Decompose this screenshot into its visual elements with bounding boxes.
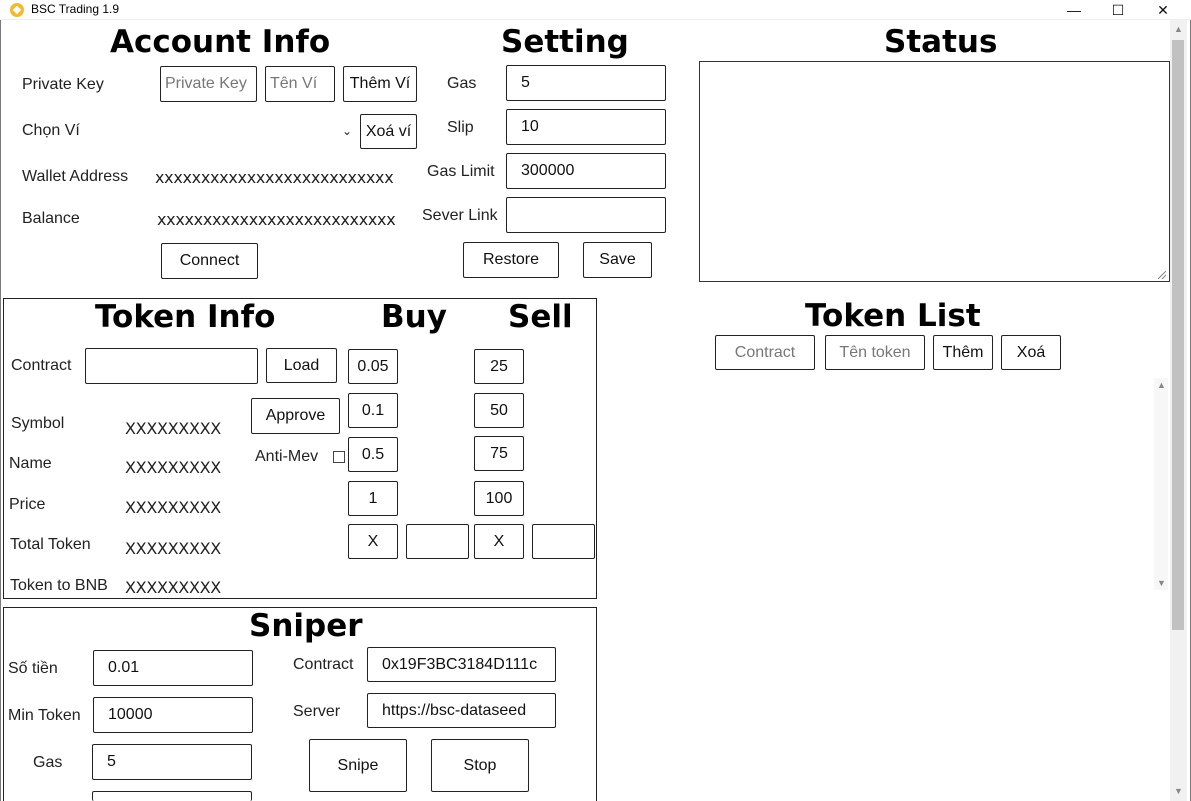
wallet-select[interactable]: Chọn Ví ⌄ bbox=[22, 116, 352, 146]
resize-grip-icon[interactable] bbox=[1158, 271, 1166, 279]
gas-label: Gas bbox=[447, 75, 477, 92]
add-wallet-button[interactable]: Thêm Ví bbox=[343, 66, 417, 102]
delete-token-button[interactable]: Xoá bbox=[1001, 335, 1061, 370]
symbol-label: Symbol bbox=[11, 415, 65, 432]
sniper-contract-label: Contract bbox=[293, 656, 354, 673]
sniper-gas-label: Gas bbox=[33, 754, 63, 771]
scroll-up-icon[interactable]: ▲ bbox=[1153, 380, 1170, 390]
sell-percent-button[interactable]: 100 bbox=[474, 481, 524, 516]
status-heading: Status bbox=[884, 24, 998, 60]
amount-input[interactable]: 0.01 bbox=[93, 650, 253, 686]
snipe-button[interactable]: Snipe bbox=[309, 739, 407, 792]
close-button[interactable]: ✕ bbox=[1140, 0, 1186, 20]
token-list-contract-input[interactable]: Contract bbox=[715, 335, 815, 370]
gas-limit-label: Gas Limit bbox=[427, 163, 495, 180]
buy-amount-button[interactable]: 0.1 bbox=[348, 393, 398, 428]
name-value: XXXXXXXXX bbox=[125, 458, 221, 477]
sniper-server-input[interactable]: https://bsc-dataseed bbox=[367, 693, 556, 728]
token-list-scrollbar[interactable]: ▲ ▼ bbox=[1154, 378, 1168, 590]
price-label: Price bbox=[9, 496, 46, 513]
price-value: XXXXXXXXX bbox=[125, 498, 221, 517]
gas-input[interactable]: 5 bbox=[506, 65, 666, 101]
name-label: Name bbox=[9, 455, 52, 472]
minimize-button[interactable]: — bbox=[1051, 0, 1097, 20]
sell-custom-input[interactable] bbox=[532, 524, 595, 559]
token-list-name-input[interactable]: Tên token bbox=[825, 335, 925, 370]
wallet-name-input[interactable]: Tên Ví bbox=[265, 66, 335, 102]
sniper-contract-input[interactable]: 0x19F3BC3184D111c bbox=[367, 647, 556, 682]
window-scroll-up-icon[interactable]: ▲ bbox=[1170, 24, 1187, 34]
sell-percent-button[interactable]: 50 bbox=[474, 393, 524, 428]
sell-heading: Sell bbox=[508, 299, 573, 335]
window-scrollbar-thumb[interactable] bbox=[1172, 40, 1184, 630]
buy-amount-button[interactable]: 0.5 bbox=[348, 437, 398, 472]
anti-mev-checkbox[interactable] bbox=[333, 451, 345, 463]
server-link-label: Sever Link bbox=[422, 207, 498, 224]
window-scroll-down-icon[interactable]: ▼ bbox=[1170, 786, 1187, 796]
balance-value: xxxxxxxxxxxxxxxxxxxxxxxxxx bbox=[157, 210, 396, 229]
wallet-select-value: Chọn Ví bbox=[22, 122, 80, 139]
sell-percent-button[interactable]: 25 bbox=[474, 349, 524, 384]
sell-custom-button[interactable]: X bbox=[474, 524, 524, 559]
slip-label: Slip bbox=[447, 119, 474, 136]
status-textarea[interactable] bbox=[699, 61, 1170, 282]
maximize-button[interactable]: ☐ bbox=[1095, 0, 1141, 20]
sniper-extra-input[interactable] bbox=[92, 791, 252, 801]
scroll-down-icon[interactable]: ▼ bbox=[1153, 578, 1170, 588]
setting-heading: Setting bbox=[501, 24, 629, 60]
buy-amount-button[interactable]: 1 bbox=[348, 481, 398, 516]
connect-button[interactable]: Connect bbox=[161, 243, 258, 279]
wallet-address-label: Wallet Address bbox=[22, 168, 129, 185]
sniper-gas-input[interactable]: 5 bbox=[92, 744, 252, 780]
token-to-bnb-label: Token to BNB bbox=[10, 577, 108, 594]
token-info-heading: Token Info bbox=[95, 299, 276, 335]
symbol-value: XXXXXXXXX bbox=[125, 419, 221, 438]
load-button[interactable]: Load bbox=[266, 348, 337, 383]
gas-limit-input[interactable]: 300000 bbox=[506, 153, 666, 189]
token-contract-label: Contract bbox=[11, 357, 72, 374]
balance-label: Balance bbox=[22, 210, 80, 227]
total-token-value: XXXXXXXXX bbox=[125, 539, 221, 558]
private-key-label: Private Key bbox=[22, 76, 104, 93]
min-token-input[interactable]: 10000 bbox=[93, 697, 253, 733]
approve-button[interactable]: Approve bbox=[251, 398, 340, 434]
account-info-heading: Account Info bbox=[110, 24, 331, 60]
bnb-logo-icon bbox=[10, 3, 24, 17]
anti-mev-label: Anti-Mev bbox=[255, 448, 319, 465]
token-contract-input[interactable] bbox=[85, 348, 258, 384]
buy-custom-button[interactable]: X bbox=[348, 524, 398, 559]
min-token-label: Min Token bbox=[8, 707, 81, 724]
wallet-address-value: xxxxxxxxxxxxxxxxxxxxxxxxxx bbox=[155, 168, 394, 187]
title-bar bbox=[0, 0, 1191, 20]
sniper-heading: Sniper bbox=[249, 608, 363, 644]
total-token-label: Total Token bbox=[10, 536, 91, 553]
window-title: BSC Trading 1.9 bbox=[31, 2, 120, 16]
buy-amount-button[interactable]: 0.05 bbox=[348, 349, 398, 384]
stop-button[interactable]: Stop bbox=[431, 739, 529, 792]
slip-input[interactable]: 10 bbox=[506, 109, 666, 145]
buy-heading: Buy bbox=[381, 299, 447, 335]
sniper-server-label: Server bbox=[293, 703, 341, 720]
amount-label: Số tiền bbox=[8, 660, 58, 677]
buy-custom-input[interactable] bbox=[406, 524, 469, 559]
chevron-down-icon: ⌄ bbox=[341, 124, 352, 138]
token-to-bnb-value: XXXXXXXXX bbox=[125, 578, 221, 597]
delete-wallet-button[interactable]: Xoá ví bbox=[360, 114, 417, 149]
add-token-button[interactable]: Thêm bbox=[933, 335, 993, 370]
restore-button[interactable]: Restore bbox=[463, 242, 559, 278]
private-key-input[interactable]: Private Key bbox=[160, 66, 257, 102]
token-list-heading: Token List bbox=[805, 298, 981, 334]
sell-percent-button[interactable]: 75 bbox=[474, 436, 524, 471]
save-button[interactable]: Save bbox=[583, 242, 652, 278]
server-link-input[interactable] bbox=[506, 197, 666, 233]
